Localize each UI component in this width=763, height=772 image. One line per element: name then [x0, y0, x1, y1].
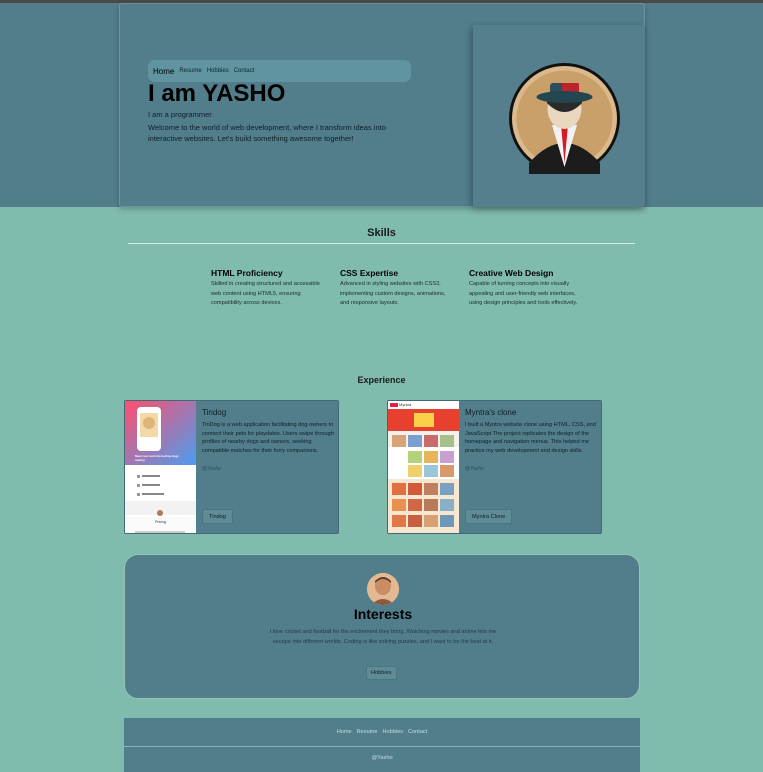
skill-text: Advanced in styling websites with CSS3, … — [340, 281, 446, 306]
interests-title: Interests — [353, 606, 413, 622]
skill-css: CSS Expertise Advanced in styling websit… — [340, 268, 450, 309]
footer-divider — [124, 746, 640, 747]
nav-hobbies-link[interactable]: Hobbies — [207, 68, 229, 74]
tindog-thumb-label: Pricing — [155, 520, 166, 524]
project-description: TinDog is a web application facilitating… — [202, 422, 334, 454]
project-title: Tindog — [202, 408, 227, 417]
footer: Home Resume Hobbies Contact @Yasho — [124, 718, 640, 772]
skill-title: CSS Expertise — [340, 268, 399, 278]
skills-divider — [128, 243, 635, 244]
project-author: @Yasho — [202, 466, 221, 472]
experience-heading: Experience — [357, 375, 406, 385]
footer-resume-link[interactable]: Resume — [357, 729, 378, 735]
skill-html: HTML Proficiency Skilled in creating str… — [211, 268, 321, 309]
project-description: I built a Myntra website clone using HTM… — [465, 422, 596, 454]
hero-subtitle: I am a programmer — [148, 110, 212, 119]
interests-description: I love cricket and football for the exci… — [269, 629, 497, 645]
project-info: Tindog TinDog is a web application facil… — [202, 408, 334, 474]
nav-resume-link[interactable]: Resume — [179, 68, 201, 74]
myntra-thumb-brand: Myntra — [399, 402, 412, 407]
interests-avatar — [367, 573, 399, 605]
footer-home-link[interactable]: Home — [337, 729, 352, 735]
tindog-thumb-heading: Meet new and interesting dogs nearby. — [135, 454, 179, 462]
profile-avatar — [509, 63, 620, 174]
tindog-button[interactable]: Tindog — [202, 509, 233, 524]
project-card-tindog: Meet new and interesting dogs nearby. Pr… — [124, 400, 339, 534]
myntra-screenshot: Myntra — [388, 401, 459, 533]
interests-section: Interests I love cricket and football fo… — [124, 554, 640, 699]
myntra-clone-button[interactable]: Myntra Clone — [465, 509, 513, 524]
skills-heading: Skills — [367, 227, 396, 239]
project-card-myntra: Myntra Myntra's clone I built a Myntra w… — [387, 400, 602, 534]
hero-description: Welcome to the world of web development,… — [148, 123, 386, 143]
nav-home-link[interactable]: Home — [153, 67, 174, 76]
footer-copyright: @Yasho — [371, 755, 393, 761]
footer-nav: Home Resume Hobbies Contact — [124, 729, 640, 735]
hero-title: I am YASHO — [148, 80, 286, 107]
project-title: Myntra's clone — [465, 408, 517, 417]
nav-contact-link[interactable]: Contact — [234, 68, 255, 74]
hobbies-button[interactable]: Hobbies — [366, 666, 397, 680]
skill-design: Creative Web Design Capable of turning c… — [469, 268, 579, 309]
skill-text: Skilled in creating structured and acces… — [211, 281, 320, 306]
footer-hobbies-link[interactable]: Hobbies — [382, 729, 403, 735]
footer-contact-link[interactable]: Contact — [408, 729, 427, 735]
skill-title: Creative Web Design — [469, 268, 554, 278]
project-author: @Yasho — [465, 466, 484, 472]
skill-text: Capable of turning concepts into visuall… — [469, 281, 578, 306]
tindog-screenshot: Meet new and interesting dogs nearby. Pr… — [125, 401, 196, 533]
project-info: Myntra's clone I built a Myntra website … — [465, 408, 597, 474]
skill-title: HTML Proficiency — [211, 268, 283, 278]
top-nav: Home Resume Hobbies Contact — [148, 60, 411, 82]
